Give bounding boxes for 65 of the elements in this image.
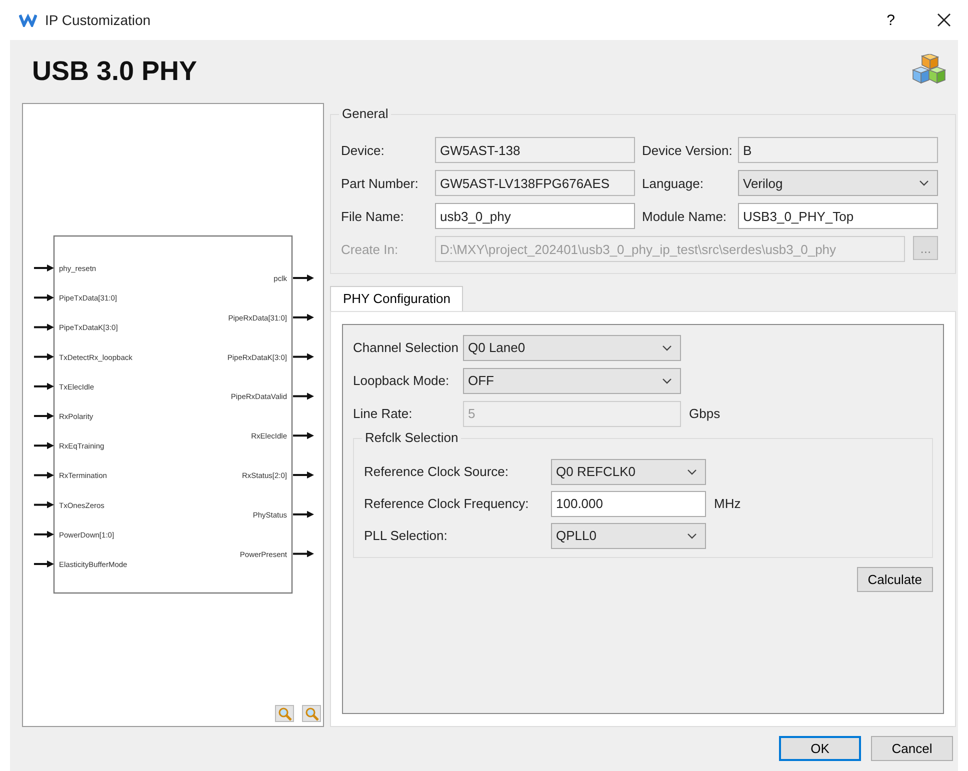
field-label: Part Number: bbox=[341, 176, 420, 190]
field-label: Reference Clock Frequency: bbox=[364, 496, 530, 512]
dialog-button[interactable]: Cancel bbox=[871, 736, 953, 761]
output-arrow bbox=[293, 472, 314, 478]
output-arrow bbox=[293, 353, 314, 360]
chevron-icon bbox=[687, 468, 697, 475]
field-label: Language: bbox=[641, 176, 704, 190]
field-label: Line Rate: bbox=[353, 406, 414, 422]
input-arrow bbox=[34, 264, 54, 272]
tab[interactable]: PHY Configuration bbox=[330, 286, 464, 311]
chevron-icon bbox=[687, 532, 697, 539]
field-label: File Name: bbox=[341, 208, 405, 224]
group-legend: General bbox=[339, 106, 392, 121]
zoom-button[interactable] bbox=[275, 705, 294, 722]
input-arrow bbox=[34, 530, 54, 538]
field-label: Loopback Mode: bbox=[353, 373, 450, 388]
window-title: IP Customization bbox=[45, 12, 151, 28]
input-arrow bbox=[34, 294, 54, 302]
field-label: PLL Selection: bbox=[364, 528, 448, 544]
output-arrow bbox=[293, 392, 314, 400]
zoom-button[interactable] bbox=[302, 705, 321, 722]
text-field[interactable]: 100.000 bbox=[551, 490, 706, 517]
chevron-icon bbox=[662, 344, 672, 351]
page-title: USB 3.0 PHY bbox=[32, 56, 198, 87]
field-label: Reference Clock Source: bbox=[364, 464, 510, 480]
dropdown[interactable]: Verilog bbox=[738, 170, 938, 196]
chevron-icon bbox=[919, 180, 929, 186]
field-label: Device Version: bbox=[641, 142, 734, 158]
unit-label: MHz bbox=[714, 496, 741, 512]
input-arrow bbox=[34, 560, 54, 568]
input-arrow bbox=[34, 412, 54, 420]
field-label: Channel Selection bbox=[353, 340, 460, 356]
text-field[interactable]: GW5AST-138 bbox=[435, 137, 635, 163]
input-arrow bbox=[34, 353, 54, 360]
dropdown[interactable]: QPLL0 bbox=[551, 522, 706, 549]
dropdown[interactable]: Q0 REFCLK0 bbox=[551, 458, 706, 485]
app-logo-icon bbox=[19, 13, 37, 27]
dropdown[interactable]: Q0 Lane0 bbox=[463, 334, 681, 361]
close-icon[interactable] bbox=[937, 13, 951, 27]
output-arrow bbox=[293, 314, 314, 321]
chevron-icon bbox=[662, 378, 672, 384]
field-label: Module Name: bbox=[641, 208, 728, 224]
text-field[interactable]: B bbox=[738, 137, 938, 163]
text-field[interactable]: USB3_0_PHY_Top bbox=[738, 203, 938, 229]
output-arrow bbox=[293, 274, 314, 282]
output-arrow bbox=[293, 510, 314, 518]
search-icon bbox=[278, 706, 292, 720]
search-icon bbox=[304, 706, 318, 720]
dropdown[interactable]: OFF bbox=[463, 368, 681, 394]
input-arrow bbox=[34, 324, 54, 331]
group-legend: Refclk Selection bbox=[362, 430, 462, 445]
calculate-button[interactable]: Calculate bbox=[856, 566, 933, 592]
dialog-button[interactable]: OK bbox=[779, 736, 861, 761]
text-field[interactable]: usb3_0_phy bbox=[435, 203, 635, 229]
help-button[interactable]: ? bbox=[886, 12, 895, 28]
field-label: Device: bbox=[341, 142, 386, 158]
unit-label: Gbps bbox=[689, 406, 720, 422]
input-arrow bbox=[34, 501, 54, 508]
input-arrow bbox=[34, 382, 54, 390]
field-label: Create In: bbox=[341, 242, 400, 256]
text-field[interactable]: GW5AST-LV138FPG676AES bbox=[435, 170, 635, 196]
input-arrow bbox=[34, 442, 54, 450]
output-arrow bbox=[293, 550, 314, 558]
input-arrow bbox=[34, 472, 54, 479]
output-arrow bbox=[293, 432, 314, 440]
